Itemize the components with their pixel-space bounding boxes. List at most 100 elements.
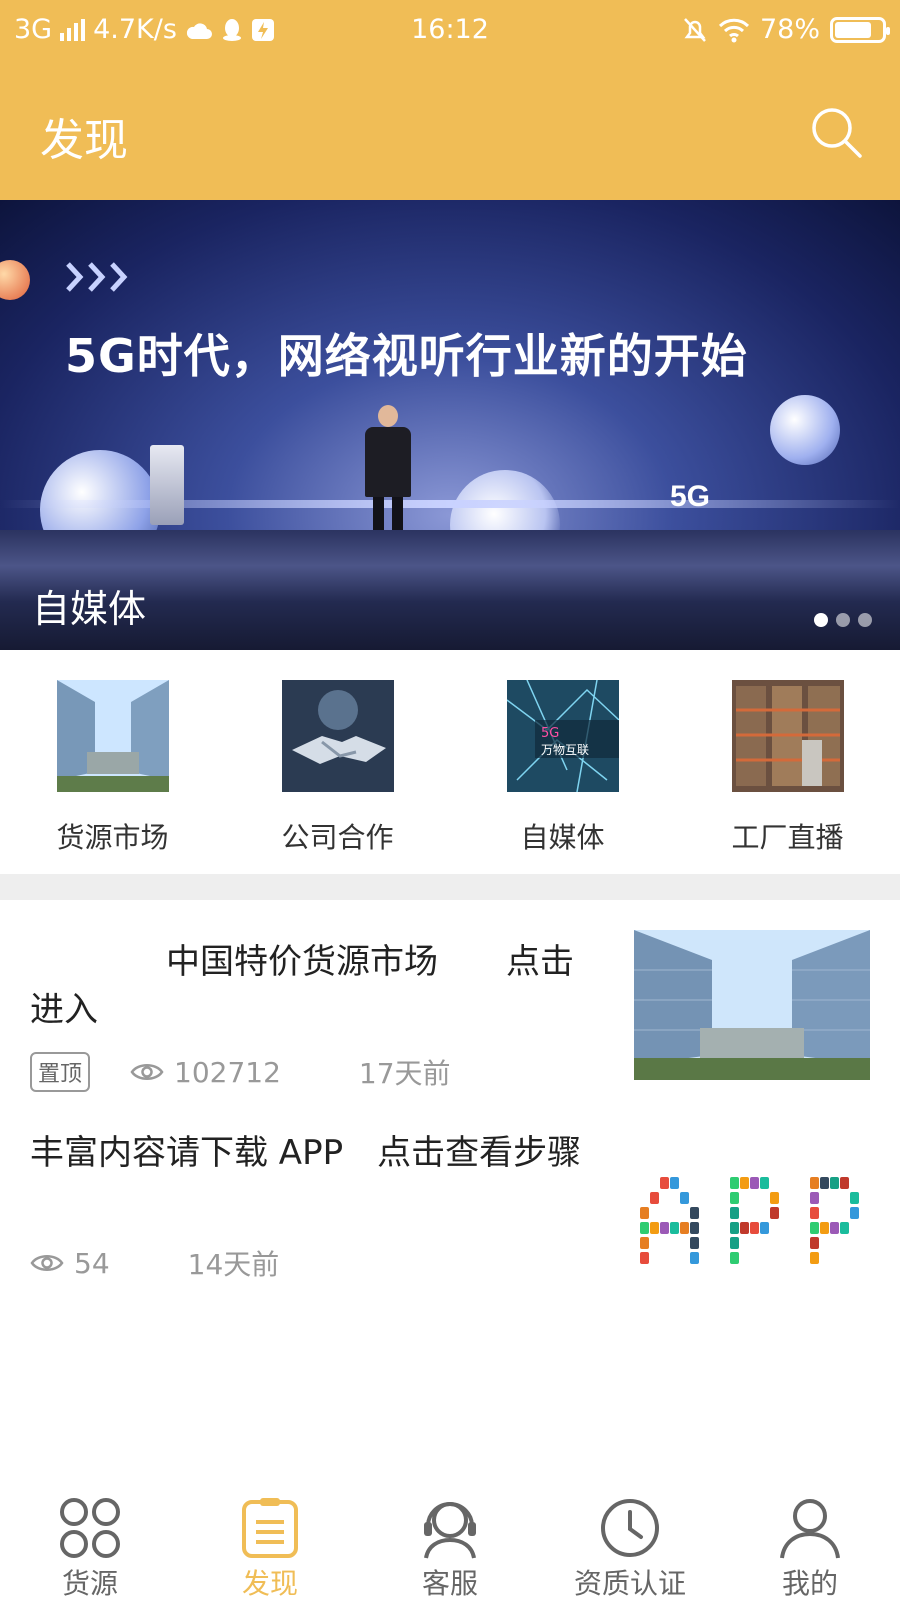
- tab-certification[interactable]: 资质认证: [540, 1490, 720, 1600]
- category-label: 公司合作: [281, 821, 394, 854]
- app-icon-tile: [740, 1222, 749, 1234]
- clock-icon: [601, 1499, 659, 1557]
- carousel-dot[interactable]: [814, 613, 828, 627]
- app-icon-tile: [840, 1222, 849, 1234]
- article-title: 丰富内容请下载 APP 点击查看步骤: [30, 1133, 582, 1173]
- app-icon-tile: [810, 1207, 819, 1219]
- app-icon-tile: [640, 1222, 649, 1234]
- pinned-badge: 置顶: [30, 1052, 91, 1092]
- tab-service[interactable]: 客服: [360, 1490, 540, 1600]
- article-item[interactable]: 丰富内容请下载 APP 点击查看步骤 54 14天前: [0, 1115, 900, 1315]
- network-photo: 5G 万物互联: [506, 680, 619, 792]
- banner-orb: [770, 395, 840, 465]
- app-icon-tile: [640, 1252, 649, 1264]
- app-icon-tile: [810, 1222, 819, 1234]
- app-icon-tile: [850, 1192, 859, 1204]
- app-icon-tile: [810, 1177, 819, 1189]
- headset-icon: [424, 1502, 476, 1559]
- app-icon-tile: [730, 1177, 739, 1189]
- grid-icon: [60, 1498, 120, 1558]
- app-icon-tile: [820, 1177, 829, 1189]
- page-title: 发现: [40, 115, 128, 166]
- app-icon-tile: [640, 1237, 649, 1249]
- post-time: 14天前: [187, 1248, 280, 1281]
- category-item-source-market[interactable]: 货源市场: [0, 650, 225, 874]
- tab-label: 资质认证: [573, 1567, 686, 1600]
- carousel-dot[interactable]: [836, 613, 850, 627]
- wifi-icon: [718, 18, 750, 42]
- app-icon-tile: [670, 1177, 679, 1189]
- eye-icon: [30, 1255, 64, 1271]
- app-icon-tile: [770, 1207, 779, 1219]
- battery-percent: 78%: [759, 14, 820, 45]
- carousel-dot[interactable]: [858, 613, 872, 627]
- app-icon-tile: [730, 1237, 739, 1249]
- article-title: 中国特价货源市场 点击进入: [30, 942, 574, 1030]
- app-icon-tile: [690, 1207, 699, 1219]
- app-icon-tile: [690, 1252, 699, 1264]
- search-icon[interactable]: [808, 104, 866, 162]
- user-icon: [780, 1499, 840, 1559]
- app-icon-tile: [650, 1222, 659, 1234]
- clipboard-icon: [242, 1498, 298, 1558]
- app-icon-tile: [690, 1237, 699, 1249]
- app-icon-tile: [740, 1177, 749, 1189]
- banner-caption: 自媒体: [32, 587, 147, 631]
- mute-icon: [684, 17, 706, 42]
- article-item[interactable]: 中国特价货源市场 点击进入 置顶 102712 17天前: [0, 900, 900, 1110]
- category-grid: 货源市场 公司合作 5G 万物互联 自媒体 工厂直播: [0, 650, 900, 874]
- app-icon-tile: [650, 1192, 659, 1204]
- app-icon-tile: [810, 1237, 819, 1249]
- app-icon-tile: [680, 1192, 689, 1204]
- app-icon-tile: [730, 1222, 739, 1234]
- app-icon-tile: [730, 1192, 739, 1204]
- battery-icon: [830, 16, 890, 43]
- chevrons-icon: [66, 262, 128, 292]
- app-icon-tile: [680, 1222, 689, 1234]
- article-meta: 置顶 102712 17天前: [30, 1052, 451, 1092]
- article-thumbnail: [634, 930, 870, 1080]
- tab-label: 我的: [781, 1567, 838, 1600]
- tab-discover[interactable]: 发现: [180, 1490, 360, 1600]
- tab-source[interactable]: 货源: [0, 1490, 180, 1600]
- banner-orb: [0, 260, 30, 300]
- app-header: 发现: [0, 64, 900, 200]
- app-icon-tile: [850, 1207, 859, 1219]
- app-icon-tile: [840, 1177, 849, 1189]
- category-item-self-media[interactable]: 5G 万物互联 自媒体: [450, 650, 675, 874]
- svg-text:万物互联: 万物互联: [541, 743, 589, 757]
- podium: [150, 445, 184, 525]
- category-item-cooperation[interactable]: 公司合作: [225, 650, 450, 874]
- status-bar: 3G 4.7K/s 16:12 78%: [0, 0, 900, 64]
- eye-icon: [130, 1064, 164, 1080]
- tab-label: 发现: [241, 1567, 298, 1600]
- category-label: 工厂直播: [731, 821, 844, 854]
- app-icon-tile: [820, 1222, 829, 1234]
- speaker-figure: [365, 405, 411, 550]
- tab-label: 货源: [61, 1567, 118, 1600]
- app-icon-tile: [670, 1222, 679, 1234]
- app-icon-tile: [830, 1222, 839, 1234]
- app-icon-tile: [770, 1192, 779, 1204]
- tab-label: 客服: [421, 1567, 478, 1600]
- category-label: 货源市场: [56, 821, 169, 854]
- app-icon-tile: [760, 1177, 769, 1189]
- app-icon-tile: [730, 1252, 739, 1264]
- category-item-factory-live[interactable]: 工厂直播: [675, 650, 900, 874]
- app-collage-thumbnail: [634, 1147, 870, 1297]
- handshake-photo: [281, 680, 394, 792]
- warehouse-photo: [731, 680, 844, 792]
- banner-carousel[interactable]: 5G时代，网络视听行业新的开始 5G 自媒体: [0, 200, 900, 650]
- app-icon-tile: [690, 1222, 699, 1234]
- banner-subtext: 5G: [670, 480, 711, 513]
- view-count: 54: [74, 1246, 110, 1280]
- app-icon-tile: [810, 1192, 819, 1204]
- building-photo: [56, 680, 169, 792]
- view-count: 102712: [174, 1055, 281, 1089]
- section-divider: [0, 874, 900, 900]
- carousel-dots[interactable]: [814, 613, 872, 627]
- tab-me[interactable]: 我的: [720, 1490, 900, 1600]
- banner-headline: 5G时代，网络视听行业新的开始: [65, 329, 748, 383]
- app-icon-tile: [640, 1207, 649, 1219]
- svg-text:5G: 5G: [541, 726, 559, 741]
